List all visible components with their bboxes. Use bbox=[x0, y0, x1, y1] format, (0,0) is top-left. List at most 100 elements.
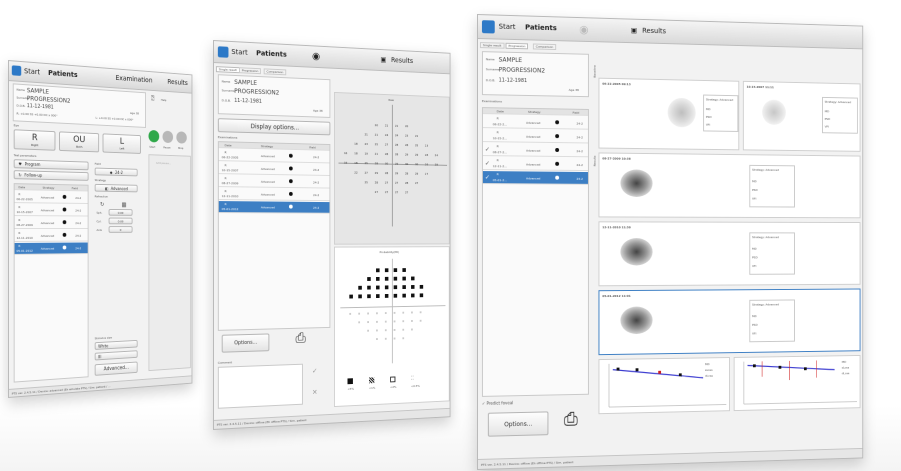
table-row[interactable]: R 10-15-2... Advanced 24-2 bbox=[483, 129, 588, 143]
help-icon[interactable]: ⍰ bbox=[151, 95, 154, 104]
start-tab[interactable]: Start bbox=[499, 23, 516, 31]
trash-icon[interactable]: ▦ bbox=[122, 202, 127, 209]
probability-plot-panel: Probability(PD) <5% <1% <2% ⁚⁚ <0.5% bbox=[334, 246, 450, 407]
row-date: 10-15-2... bbox=[493, 136, 507, 140]
tab-progression[interactable]: Progression bbox=[506, 43, 529, 50]
start-logo-icon[interactable] bbox=[12, 65, 21, 76]
probability-symbol bbox=[394, 268, 397, 272]
display-options-button[interactable]: Display options... bbox=[218, 118, 330, 135]
table-row[interactable]: R 06-22-2005 Advanced 24-2 bbox=[15, 191, 88, 204]
start-tab[interactable]: Start bbox=[24, 67, 40, 76]
table-row[interactable]: R 10-15-2007 Advanced 24-2 bbox=[15, 204, 88, 216]
checkbox-checked-icon[interactable]: ✓ bbox=[485, 160, 490, 167]
results-tab[interactable]: Results bbox=[642, 27, 666, 35]
play-icon[interactable] bbox=[148, 130, 159, 143]
table-row-selected[interactable]: R 05-01-2012 Advanced 24-2 bbox=[15, 242, 88, 254]
table-row[interactable]: R 06-22-2... Advanced 24-2 bbox=[483, 115, 588, 130]
trend-point bbox=[804, 367, 807, 370]
eye-left-button[interactable]: L Left bbox=[103, 133, 141, 154]
cancel-icon[interactable]: ✕ bbox=[312, 388, 317, 396]
stimulus-color-select[interactable]: White bbox=[95, 340, 138, 350]
probability-symbol bbox=[385, 338, 387, 340]
tab-single-result[interactable]: Single result bbox=[480, 42, 504, 49]
table-row-selected[interactable]: ✓ R 05-01-2... Advanced 24-2 bbox=[483, 171, 588, 185]
panel-date: 08-27-2009 10:38 bbox=[602, 156, 630, 160]
patient-name: SAMPLE bbox=[27, 87, 49, 95]
confirm-icon[interactable]: ✓ bbox=[312, 367, 317, 375]
stop-icon[interactable] bbox=[176, 131, 186, 143]
options-button[interactable]: Options... bbox=[222, 333, 270, 352]
comment-textarea[interactable] bbox=[218, 364, 303, 409]
table-row[interactable]: R 10-15-2007 Advanced 24-2 bbox=[219, 162, 330, 176]
raw-value-cell: 28 bbox=[375, 181, 378, 185]
table-row[interactable]: ✓ R 12-11-2... Advanced 24-2 bbox=[483, 157, 588, 171]
col-strategy[interactable]: Strategy bbox=[261, 144, 273, 148]
examination-window: Start Patients Examination Results Name … bbox=[8, 60, 192, 398]
strategy-select[interactable]: ◧ Advanced bbox=[95, 184, 138, 192]
raw-value-cell: 29 bbox=[425, 163, 428, 167]
table-row[interactable]: R 12-11-2010 Advanced 24-2 bbox=[15, 230, 88, 242]
col-field[interactable]: Field bbox=[309, 145, 315, 149]
patients-tab[interactable]: Patients bbox=[256, 49, 287, 58]
trend-point bbox=[753, 364, 756, 367]
col-strategy[interactable]: Strategy bbox=[528, 110, 541, 114]
col-field[interactable]: Field bbox=[573, 111, 580, 115]
tab-comparison[interactable]: Comparison bbox=[264, 68, 286, 75]
tab-progression[interactable]: Progression bbox=[239, 67, 261, 74]
program-button[interactable]: ♥ Program bbox=[14, 159, 89, 170]
stimulus-size-select[interactable]: III bbox=[95, 350, 138, 360]
row-field: 24-2 bbox=[576, 122, 583, 126]
predict-foveal-checkbox[interactable]: ✓ Predict foveal bbox=[482, 400, 513, 406]
trend-point bbox=[779, 366, 782, 369]
col-date[interactable]: Date bbox=[497, 109, 504, 113]
table-row[interactable]: ✓ R 08-27-2... Advanced 24-2 bbox=[483, 143, 588, 157]
col-date[interactable]: Date bbox=[225, 143, 232, 147]
start-label: Start bbox=[149, 145, 155, 149]
row-strategy: Advanced bbox=[526, 149, 540, 153]
table-row[interactable]: R 08-27-2009 Advanced 24-2 bbox=[219, 175, 330, 188]
legend-label: <5% bbox=[348, 387, 355, 391]
row-eye: R bbox=[225, 163, 227, 167]
table-row[interactable]: R 08-27-2009 Advanced 24-2 bbox=[15, 217, 88, 229]
eye-right-button[interactable]: R Right bbox=[14, 129, 56, 150]
table-row[interactable]: R 12-11-2010 Advanced 24-2 bbox=[219, 188, 330, 201]
eye-both-button[interactable]: OU Both bbox=[59, 131, 99, 152]
tab-single-result[interactable]: Single result bbox=[216, 66, 240, 73]
results-tab[interactable]: Results bbox=[391, 56, 413, 65]
start-logo-icon[interactable] bbox=[218, 46, 229, 58]
raw-value-cell: 28 bbox=[435, 163, 438, 167]
table-row[interactable]: R 06-22-2005 Advanced 24-2 bbox=[219, 149, 330, 163]
examination-tab[interactable]: Examination bbox=[116, 74, 153, 84]
row-field: 24-2 bbox=[576, 177, 583, 181]
tab-comparison[interactable]: Comparison bbox=[533, 43, 556, 50]
field-select[interactable]: ◆ 24-2 bbox=[95, 168, 138, 177]
add-pause-button[interactable]: Add pause... bbox=[156, 161, 171, 165]
eye-camera-icon[interactable]: ◉ bbox=[579, 23, 588, 36]
options-button[interactable]: Options... bbox=[488, 411, 549, 436]
axis-input[interactable]: 0 bbox=[109, 226, 133, 233]
result-panel-3-selected[interactable]: 05-01-2012 11:01 Strategy: Advanced MD P… bbox=[598, 289, 860, 356]
patients-tab[interactable]: Patients bbox=[48, 69, 77, 79]
followup-button[interactable]: ↻ Follow-up bbox=[14, 170, 89, 181]
start-tab[interactable]: Start bbox=[231, 48, 247, 57]
eye-camera-icon[interactable]: ◉ bbox=[312, 51, 320, 62]
pause-icon[interactable] bbox=[162, 131, 173, 144]
table-row-selected[interactable]: R 05-01-2012 Advanced 24-2 bbox=[219, 201, 330, 214]
checkbox-checked-icon[interactable]: ✓ bbox=[485, 146, 490, 153]
cyl-input[interactable]: 0.00 bbox=[109, 218, 133, 225]
patients-tab[interactable]: Patients bbox=[525, 23, 557, 32]
col-strategy[interactable]: Strategy bbox=[43, 186, 55, 190]
raw-value-cell: 28 bbox=[385, 152, 388, 156]
raw-value-cell: 29 bbox=[395, 162, 398, 166]
col-date[interactable]: Date bbox=[18, 185, 25, 189]
checkbox-checked-icon[interactable]: ✓ bbox=[485, 174, 490, 181]
printer-icon[interactable]: ⎙ bbox=[295, 330, 305, 346]
name-label: Name bbox=[17, 88, 25, 93]
start-logo-icon[interactable] bbox=[482, 20, 495, 33]
printer-icon[interactable]: ⎙ bbox=[564, 409, 578, 430]
raw-value-cell: 27 bbox=[385, 143, 388, 147]
advanced-button[interactable]: Advanced... bbox=[95, 362, 138, 376]
sph-input[interactable]: 0.00 bbox=[109, 209, 133, 216]
col-field[interactable]: Field bbox=[72, 186, 78, 190]
results-tab[interactable]: Results bbox=[167, 78, 187, 87]
